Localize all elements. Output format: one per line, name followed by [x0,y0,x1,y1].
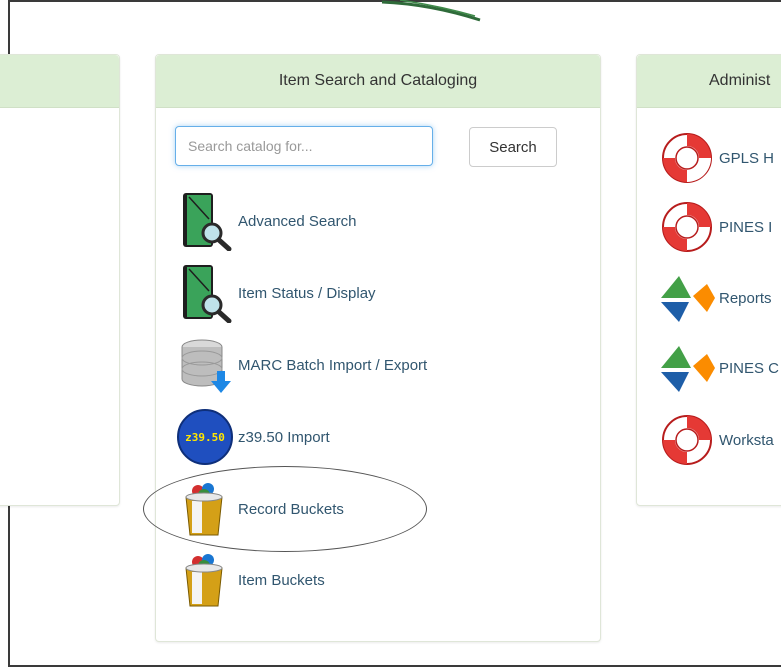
admin-item-workstation[interactable]: Worksta [657,410,774,470]
bucket-icon [176,550,236,610]
admin-item-gpls-label: GPLS H [719,149,775,167]
lifebuoy-icon [657,197,717,257]
advanced-search-label: Advanced Search [238,212,357,230]
admin-item-pines-2[interactable]: PINES C [657,338,779,398]
logo-leaf-decoration [381,0,481,22]
lifebuoy-icon [657,128,717,188]
search-button[interactable]: Search [469,127,557,167]
admin-item-workstation-label: Worksta [719,431,774,449]
z3950-import-label: z39.50 Import [238,428,330,446]
item-status-display-label: Item Status / Display [238,284,376,302]
marc-batch-import-export-link[interactable]: MARC Batch Import / Export [176,335,427,395]
z3950-badge-icon: z39.50 [176,407,236,467]
highlight-ellipse [143,466,427,552]
pie-chart-icon [657,338,717,398]
z3950-badge-text: z39.50 [185,431,225,444]
administration-panel-title: Administ [637,55,781,108]
lifebuoy-icon [657,410,717,470]
database-download-icon [176,335,236,395]
z3950-import-link[interactable]: z39.50 z39.50 Import [176,407,330,467]
marc-batch-import-export-label: MARC Batch Import / Export [238,356,428,374]
book-magnifier-icon [176,263,236,323]
book-magnifier-icon [176,191,236,251]
left-panel [0,54,120,506]
item-status-display-link[interactable]: Item Status / Display [176,263,376,323]
admin-item-pines-1[interactable]: PINES I [657,197,772,257]
catalog-search-input[interactable] [175,126,433,166]
admin-item-pines-2-label: PINES C [719,359,780,377]
item-buckets-label: Item Buckets [238,571,325,589]
admin-item-pines-1-label: PINES I [719,218,773,236]
item-search-panel-title: Item Search and Cataloging [156,55,600,108]
item-buckets-link[interactable]: Item Buckets [176,550,325,610]
admin-item-reports-label: Reports [719,289,772,307]
left-panel-title [0,55,119,108]
admin-item-reports[interactable]: Reports [657,268,772,328]
admin-item-gpls[interactable]: GPLS H [657,128,774,188]
pie-chart-icon [657,268,717,328]
advanced-search-link[interactable]: Advanced Search [176,191,356,251]
